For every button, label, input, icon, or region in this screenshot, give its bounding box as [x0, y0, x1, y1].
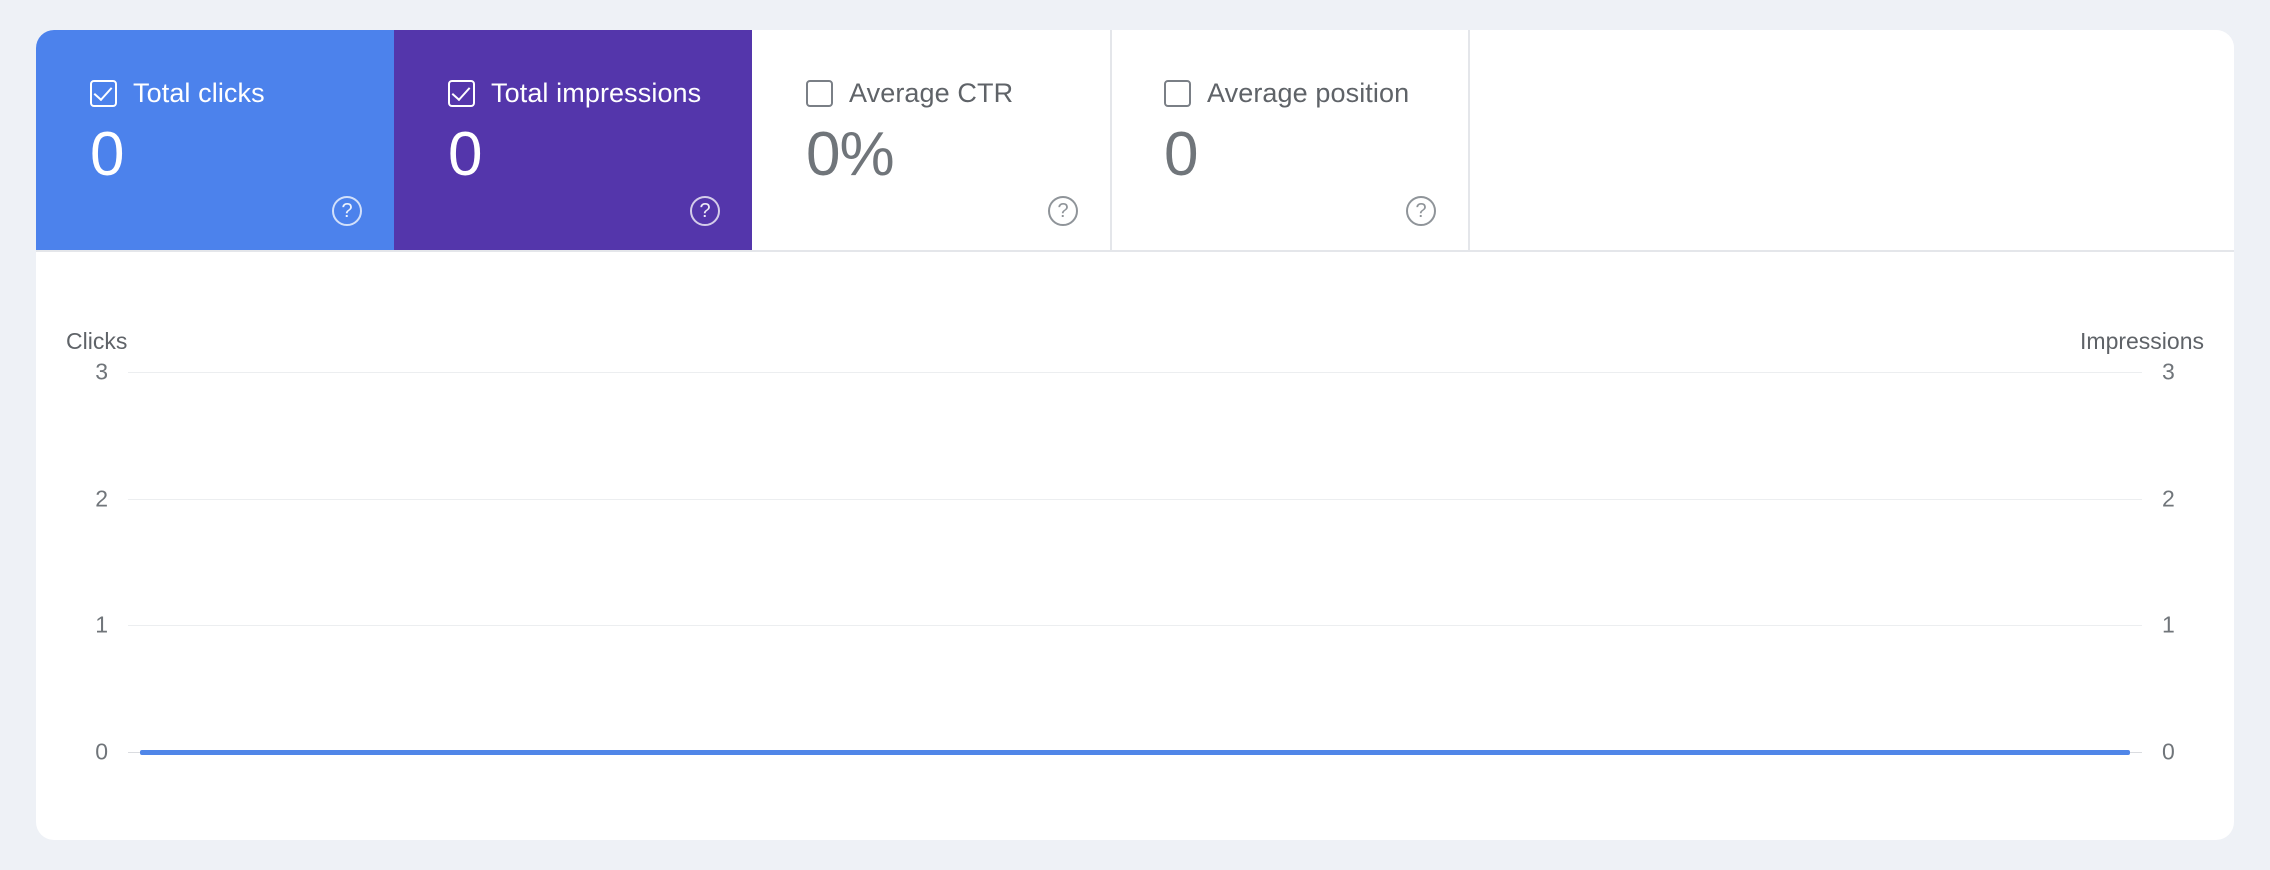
metric-tab-strip: Total clicks 0 ? Total impressions 0 ? A…	[36, 30, 2234, 252]
metric-tab-total-clicks[interactable]: Total clicks 0 ?	[36, 30, 394, 250]
performance-chart: Clicks Impressions 3 2 1 0 3 2 1 0 15/01…	[36, 252, 2234, 840]
metric-tab-header: Average CTR	[806, 78, 1110, 109]
checkbox-average-ctr[interactable]	[806, 80, 833, 107]
metric-tab-average-ctr[interactable]: Average CTR 0% ?	[752, 30, 1110, 250]
gridline	[128, 372, 2142, 373]
performance-card: Total clicks 0 ? Total impressions 0 ? A…	[36, 30, 2234, 840]
metric-label-average-ctr: Average CTR	[849, 78, 1014, 108]
chart-right-axis-title: Impressions	[2080, 328, 2204, 354]
y-tick-left: 2	[95, 485, 108, 512]
y-tick-right: 3	[2162, 358, 2175, 385]
help-icon-average-position[interactable]: ?	[1406, 196, 1436, 226]
y-tick-left: 0	[95, 738, 108, 765]
metric-value-average-ctr: 0%	[806, 120, 895, 189]
metric-tab-total-impressions[interactable]: Total impressions 0 ?	[394, 30, 752, 250]
metric-tab-average-position[interactable]: Average position 0 ?	[1110, 30, 1468, 250]
performance-report-page: Total clicks 0 ? Total impressions 0 ? A…	[0, 0, 2270, 870]
checkbox-total-clicks[interactable]	[90, 80, 117, 107]
y-tick-left: 3	[95, 358, 108, 385]
help-icon-total-clicks[interactable]: ?	[332, 196, 362, 226]
help-icon-average-ctr[interactable]: ?	[1048, 196, 1078, 226]
metric-value-total-clicks: 0	[90, 120, 124, 189]
metric-tab-header: Total impressions	[448, 78, 752, 109]
gridline	[128, 625, 2142, 626]
metric-tab-header: Average position	[1164, 78, 1468, 109]
series-line-clicks	[140, 750, 2130, 755]
gridline	[128, 499, 2142, 500]
checkbox-average-position[interactable]	[1164, 80, 1191, 107]
metric-label-total-impressions: Total impressions	[491, 78, 702, 108]
metric-label-total-clicks: Total clicks	[133, 78, 265, 108]
y-tick-right: 2	[2162, 485, 2175, 512]
chart-left-axis-title: Clicks	[66, 328, 128, 354]
y-tick-right: 1	[2162, 611, 2175, 638]
metric-value-total-impressions: 0	[448, 120, 482, 189]
metric-value-average-position: 0	[1164, 120, 1198, 189]
y-tick-left: 1	[95, 611, 108, 638]
metric-label-average-position: Average position	[1207, 78, 1410, 108]
chart-plot-area: 3 2 1 0 3 2 1 0 15/01/2025 16/01/2025 17…	[95, 359, 2175, 765]
y-tick-right: 0	[2162, 738, 2175, 765]
metric-tab-header: Total clicks	[90, 78, 394, 109]
help-icon-total-impressions[interactable]: ?	[690, 196, 720, 226]
metric-tab-strip-filler	[1468, 30, 2234, 250]
checkbox-total-impressions[interactable]	[448, 80, 475, 107]
